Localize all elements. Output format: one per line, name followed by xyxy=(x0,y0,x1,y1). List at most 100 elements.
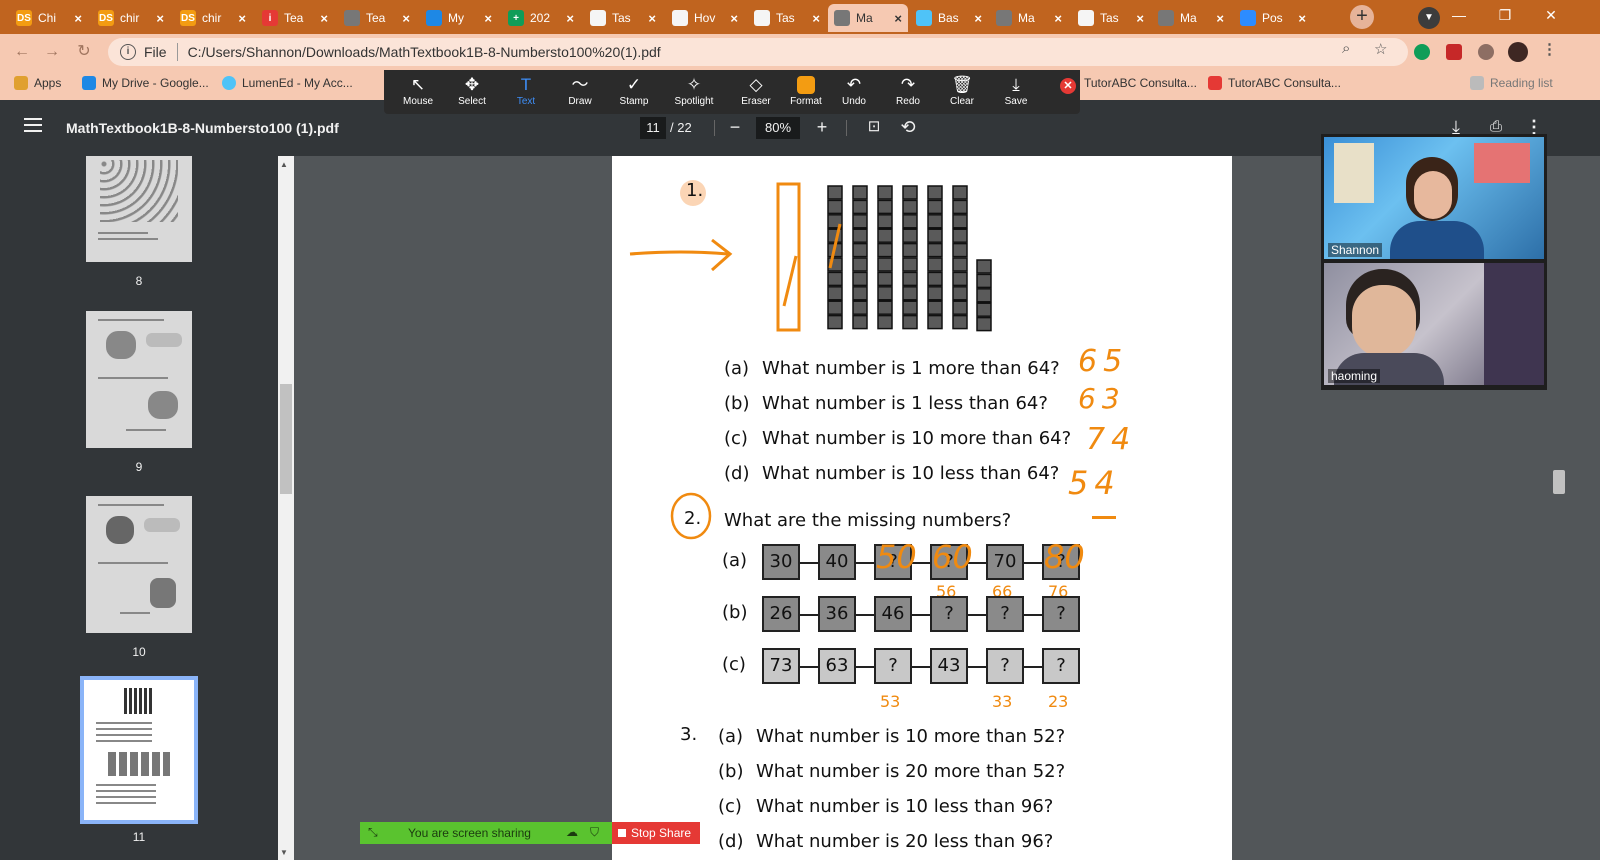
tab-close-icon[interactable]: × xyxy=(1054,11,1062,26)
tab-close-icon[interactable]: × xyxy=(894,11,902,26)
annotate-spotlight-tool[interactable]: ✧ Spotlight xyxy=(666,74,722,112)
thumbnail-page-10[interactable] xyxy=(86,496,192,633)
tab-6[interactable]: My × xyxy=(420,4,498,32)
annotate-clear-tool[interactable]: 🗑 Clear xyxy=(934,74,990,112)
stop-share-button[interactable]: Stop Share xyxy=(612,822,700,844)
minimize-button[interactable]: — xyxy=(1436,0,1482,30)
tab-close-icon[interactable]: × xyxy=(1136,11,1144,26)
tab-close-icon[interactable]: × xyxy=(730,11,738,26)
question-2-number: 2. xyxy=(684,508,702,529)
url-text[interactable]: C:/Users/Shannon/Downloads/MathTextbook1… xyxy=(188,44,661,60)
tab-13[interactable]: Ma × xyxy=(990,4,1068,32)
sidebar-scrollbar[interactable] xyxy=(278,156,294,860)
reload-icon[interactable]: ↻ xyxy=(72,40,96,64)
extension-green-icon[interactable] xyxy=(1414,44,1430,60)
menu-icon[interactable] xyxy=(24,118,42,132)
annotate-text-tool[interactable]: T Text xyxy=(498,74,554,112)
rod-cube xyxy=(852,214,868,229)
close-window-button[interactable]: ✕ xyxy=(1528,0,1574,30)
tab-15[interactable]: Ma × xyxy=(1152,4,1230,32)
tab-3[interactable]: DS chir × xyxy=(174,4,252,32)
zoom-in-button[interactable]: + xyxy=(810,116,834,140)
bookmark-apps[interactable]: Apps xyxy=(14,76,61,90)
tab-5[interactable]: Tea × xyxy=(338,4,416,32)
sidebar-scroll-thumb[interactable] xyxy=(280,384,292,494)
tab-close-icon[interactable]: × xyxy=(1216,11,1224,26)
tab-close-icon[interactable]: × xyxy=(1298,11,1306,26)
tool-label: Eraser xyxy=(741,96,771,107)
tab-7[interactable]: +202 × xyxy=(502,4,580,32)
tab-close-icon[interactable]: × xyxy=(320,11,328,26)
fit-page-icon[interactable]: ⊡ xyxy=(862,116,886,140)
thumbnail-page-8[interactable] xyxy=(86,156,192,262)
bookmark-my-drive[interactable]: My Drive - Google... xyxy=(82,76,209,90)
tab-2[interactable]: DS chir × xyxy=(92,4,170,32)
tab-close-icon[interactable]: × xyxy=(974,11,982,26)
tab-4[interactable]: i Tea × xyxy=(256,4,334,32)
thumbnail-page-9[interactable] xyxy=(86,311,192,448)
profile-avatar[interactable] xyxy=(1508,42,1528,62)
annotate-undo-tool[interactable]: ↶ Undo xyxy=(826,74,882,112)
ublock-icon[interactable] xyxy=(1446,44,1462,60)
tab-close-icon[interactable]: × xyxy=(74,11,82,26)
tab-14[interactable]: Tas × xyxy=(1072,4,1150,32)
extensions-puzzle-icon[interactable] xyxy=(1478,44,1494,60)
rotate-icon[interactable]: ⟲ xyxy=(896,116,920,140)
annotate-select-tool[interactable]: ✥ Select xyxy=(444,74,500,112)
apps-icon xyxy=(14,76,28,90)
rod-cube xyxy=(952,257,968,272)
tab-close-icon[interactable]: × xyxy=(238,11,246,26)
thumbnail-page-11[interactable] xyxy=(80,676,198,824)
tab-1[interactable]: DS Chi × xyxy=(10,4,88,32)
video-tile-shannon[interactable]: Shannon xyxy=(1324,137,1544,259)
tab-11[interactable]: Ma × xyxy=(828,4,908,32)
tab-close-icon[interactable]: × xyxy=(648,11,656,26)
restore-button[interactable]: ❐ xyxy=(1482,0,1528,30)
info-icon[interactable]: i xyxy=(120,44,136,60)
annotation-close-icon[interactable]: ✕ xyxy=(1060,78,1076,94)
tab-close-icon[interactable]: × xyxy=(812,11,820,26)
forward-icon[interactable]: → xyxy=(40,40,64,64)
annotate-stamp-tool[interactable]: ✓ Stamp xyxy=(606,74,662,112)
rod-cube xyxy=(877,257,893,272)
main-scroll-thumb[interactable] xyxy=(1553,470,1565,494)
bookmark-tutorabc-1[interactable]: TutorABC Consulta... xyxy=(1084,76,1197,90)
tab-16[interactable]: Pos × xyxy=(1234,4,1312,32)
zoom-out-button[interactable]: − xyxy=(723,116,747,140)
back-icon[interactable]: ← xyxy=(10,40,34,64)
rod-cube xyxy=(852,286,868,301)
scroll-up-icon[interactable]: ▲ xyxy=(280,160,288,169)
scroll-down-icon[interactable]: ▼ xyxy=(280,848,288,857)
tab-close-icon[interactable]: × xyxy=(402,11,410,26)
tab-12[interactable]: Bas × xyxy=(910,4,988,32)
select-icon: ✥ xyxy=(464,75,480,94)
annotate-redo-tool[interactable]: ↷ Redo xyxy=(880,74,936,112)
zoom-icon[interactable]: ⌕ xyxy=(1342,40,1350,57)
annotate-eraser-tool[interactable]: ◇ Eraser xyxy=(728,74,784,112)
bookmark-star-icon[interactable]: ☆ xyxy=(1374,40,1387,58)
tab-close-icon[interactable]: × xyxy=(484,11,492,26)
screen-share-bar[interactable]: ⤡ You are screen sharing ☁ ⛉ xyxy=(360,822,612,844)
annotate-draw-tool[interactable]: 〜 Draw xyxy=(552,74,608,112)
annotate-save-tool[interactable]: ⤓ Save xyxy=(988,74,1044,112)
browser-menu-icon[interactable]: ⋮ xyxy=(1542,40,1557,58)
bookmark-lumened[interactable]: LumenEd - My Acc... xyxy=(222,76,353,90)
tab-close-icon[interactable]: × xyxy=(156,11,164,26)
tab-10[interactable]: Tas × xyxy=(748,4,826,32)
video-tile-haoming[interactable]: haoming xyxy=(1324,263,1544,385)
zoom-level-input[interactable]: 80% xyxy=(756,117,800,139)
tab-9[interactable]: Hov × xyxy=(666,4,744,32)
thumbnail-line xyxy=(98,238,158,240)
typed-answer: 33 xyxy=(992,692,1013,711)
main-scrollbar[interactable] xyxy=(1550,156,1568,860)
address-bar[interactable]: i File C:/Users/Shannon/Downloads/MathTe… xyxy=(108,38,1408,66)
box-connector xyxy=(1024,666,1042,668)
reading-list[interactable]: Reading list xyxy=(1470,76,1553,90)
page-number-input[interactable]: 11 xyxy=(640,117,666,139)
annotate-mouse-tool[interactable]: ↖ Mouse xyxy=(390,74,446,112)
new-tab-button[interactable]: + xyxy=(1350,5,1374,29)
tab-8[interactable]: Tas × xyxy=(584,4,662,32)
bookmark-tutorabc-2[interactable]: TutorABC Consulta... xyxy=(1208,76,1341,90)
share-grip-icon[interactable]: ⤡ xyxy=(368,825,378,840)
tab-close-icon[interactable]: × xyxy=(566,11,574,26)
